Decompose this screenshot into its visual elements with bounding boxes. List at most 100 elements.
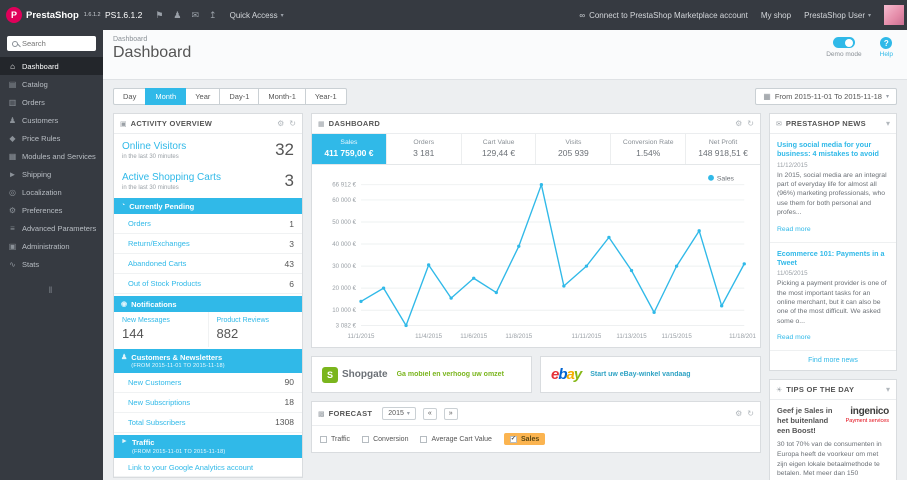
sidebar-item-stats[interactable]: ∿ Stats [0,255,103,273]
brand[interactable]: P PrestaShop 1.6.1.2 [0,7,103,23]
sidebar-item-administration[interactable]: ▣ Administration [0,237,103,255]
refresh-icon[interactable]: ↻ [747,119,754,128]
refresh-icon[interactable]: ↻ [289,119,296,128]
checkbox-checked-icon[interactable] [509,435,517,443]
messages-icon[interactable]: ✉ [192,10,200,21]
sidebar-item-modules[interactable]: ▦ Modules and Services [0,147,103,165]
tab-orders[interactable]: Orders 3 181 [387,134,462,164]
administration-icon: ▣ [8,241,17,251]
help-icon[interactable]: ? [880,37,893,49]
sidebar-item-shipping[interactable]: ► Shipping [0,165,103,183]
help-label[interactable]: Help [880,51,893,58]
prestashop-logo-icon: P [6,7,22,23]
news-article-title[interactable]: Using social media for your business: 4 … [777,140,889,159]
svg-text:60 000 €: 60 000 € [332,197,356,204]
new-messages-cell[interactable]: New Messages 144 [114,312,208,347]
ingenico-brand-subtitle: Payment services [845,418,889,425]
activity-overview-header: ▣ ACTIVITY OVERVIEW ⚙ ↻ [114,114,302,134]
user-menu[interactable]: PrestaShop User ▾ [804,11,871,20]
checkbox-icon[interactable] [420,435,428,443]
new-subscriptions-row[interactable]: New Subscriptions 18 [114,393,302,413]
shop-flag-icon[interactable]: ⚑ [155,10,163,21]
shop-name-link[interactable]: PS1.6.1.2 [105,10,142,20]
gear-icon[interactable]: ⚙ [277,119,284,128]
marketplace-connect-link[interactable]: ∞ Connect to PrestaShop Marketplace acco… [579,11,747,20]
sidebar-item-localization[interactable]: ◎ Localization [0,183,103,201]
active-carts-link[interactable]: Active Shopping Carts [122,172,221,183]
search-input[interactable] [22,39,91,48]
sidebar-item-orders[interactable]: ▥ Orders [0,93,103,111]
user-avatar[interactable] [884,5,904,25]
chevron-down-icon[interactable]: ▾ [886,385,890,394]
legend-average-cart-value[interactable]: Average Cart Value [420,435,492,443]
topbar-right: ∞ Connect to PrestaShop Marketplace acco… [579,5,907,25]
shopgate-logo: S Shopgate [322,366,388,383]
tab-visits[interactable]: Visits 205 939 [536,134,612,164]
sidebar-item-advanced-parameters[interactable]: ≡ Advanced Parameters [0,219,103,237]
svg-text:40 000 €: 40 000 € [332,241,356,248]
abandoned-carts-row[interactable]: Abandoned Carts 43 [114,254,302,274]
out-of-stock-row[interactable]: Out of Stock Products 6 [114,274,302,294]
refresh-icon[interactable]: ↻ [747,409,754,418]
period-day-button[interactable]: Day [113,88,147,105]
my-shop-link[interactable]: My shop [761,11,791,20]
chevron-down-icon[interactable]: ▾ [886,119,890,128]
checkbox-icon[interactable] [362,435,370,443]
section-title: Notifications [131,299,177,309]
date-range-picker[interactable]: ▦ From 2015-11-01 To 2015-11-18 ▾ [755,88,897,105]
period-month-button[interactable]: Month [145,88,187,105]
sidebar-item-label: Price Rules [22,133,61,143]
sidebar-item-label: Modules and Services [22,151,96,161]
period-day-1-button[interactable]: Day-1 [219,88,260,105]
module-updates-icon[interactable]: ↥ [209,10,217,21]
quick-access-menu[interactable]: Quick Access ▾ [230,11,284,20]
forecast-next-button[interactable]: » [443,407,458,420]
tab-cart-value[interactable]: Cart Value 129,44 € [462,134,537,164]
customers-icon[interactable]: ♟ [173,10,181,21]
svg-text:30 000 €: 30 000 € [332,263,356,270]
sidebar-item-customers[interactable]: ♟ Customers [0,111,103,129]
page-header-actions: Demo mode ? Help [826,37,893,58]
online-visitors-link[interactable]: Online Visitors [122,141,186,152]
page-header: Dashboard Dashboard Demo mode ? Help [103,30,907,80]
legend-conversion[interactable]: Conversion [362,435,408,443]
svg-text:3 082 €: 3 082 € [336,322,357,329]
search-box[interactable] [7,36,96,51]
find-more-news-link[interactable]: Find more news [770,351,896,370]
svg-text:11/6/2015: 11/6/2015 [460,333,487,340]
tab-sales[interactable]: Sales 411 759,00 € [312,134,387,164]
legend-traffic[interactable]: Traffic [320,435,350,443]
read-more-link[interactable]: Read more [777,226,811,233]
forecast-prev-button[interactable]: « [422,407,437,420]
sidebar-item-price-rules[interactable]: ◆ Price Rules [0,129,103,147]
product-reviews-cell[interactable]: Product Reviews 882 [207,312,303,347]
period-year-1-button[interactable]: Year-1 [304,88,347,105]
new-customers-row[interactable]: New Customers 90 [114,373,302,393]
gear-icon[interactable]: ⚙ [735,119,742,128]
pending-orders-row[interactable]: Orders 1 [114,214,302,234]
ebay-module[interactable]: ebay Start uw eBay-winkel vandaag [540,356,761,394]
read-more-link[interactable]: Read more [777,334,811,341]
sidebar-item-catalog[interactable]: ▤ Catalog [0,75,103,93]
period-year-button[interactable]: Year [185,88,221,105]
sidebar-collapse-button[interactable]: ‖ [0,285,103,295]
shopgate-link[interactable]: Ga mobiel en verhoog uw omzet [397,371,504,378]
sidebar-item-preferences[interactable]: ⚙ Preferences [0,201,103,219]
period-month-1-button[interactable]: Month-1 [258,88,306,105]
shopgate-module[interactable]: S Shopgate Ga mobiel en verhoog uw omzet [311,356,532,394]
pending-returns-row[interactable]: Return/Exchanges 3 [114,234,302,254]
demo-mode-toggle[interactable] [832,37,855,48]
right-column: ✉ PRESTASHOP NEWS ▾ Using social media f… [769,113,897,480]
sidebar-item-dashboard[interactable]: ⌂ Dashboard [0,57,103,75]
tab-conversion-rate[interactable]: Conversion Rate 1.54% [611,134,687,164]
legend-sales[interactable]: Sales [503,433,546,446]
sales-chart[interactable]: 66 912 € 60 000 € 50 000 € 40 000 € 30 000 €… [316,171,756,345]
total-subscribers-row[interactable]: Total Subscribers 1308 [114,413,302,433]
tab-net-profit[interactable]: Net Profit 148 918,51 € [686,134,760,164]
news-article-title[interactable]: Ecommerce 101: Payments in a Tweet [777,249,889,268]
checkbox-icon[interactable] [320,435,327,443]
ebay-link[interactable]: Start uw eBay-winkel vandaag [590,371,690,378]
google-analytics-link-row[interactable]: Link to your Google Analytics account [114,458,302,477]
forecast-year-select[interactable]: 2015 ▾ [382,407,416,421]
gear-icon[interactable]: ⚙ [735,409,742,418]
